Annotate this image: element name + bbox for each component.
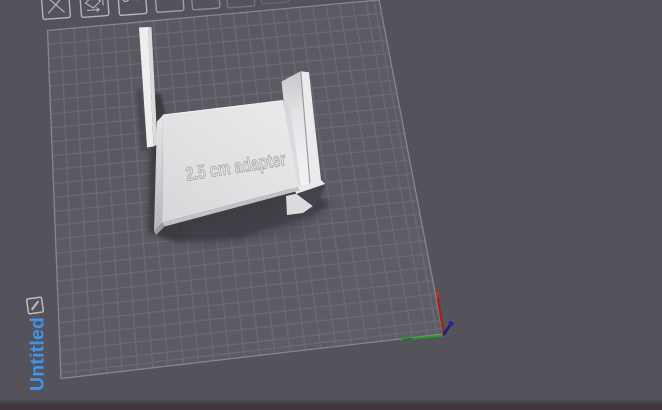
svg-text:Untitled: Untitled (27, 317, 49, 391)
